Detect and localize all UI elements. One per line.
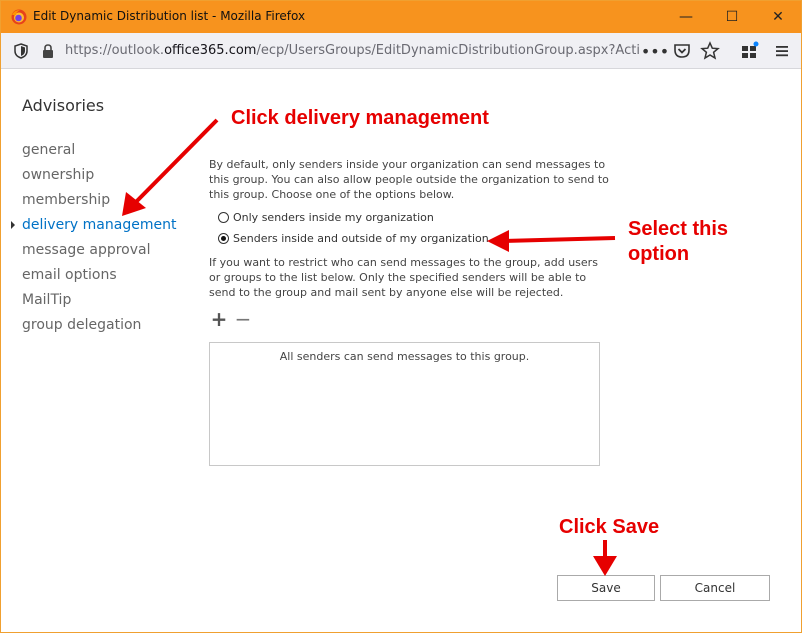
annotation-select-option: Select this option xyxy=(628,218,729,265)
annotation-click-save: Click Save xyxy=(559,516,660,538)
arrow-to-save xyxy=(593,540,617,576)
arrow-to-delivery-management xyxy=(122,118,219,216)
annotation-click-delivery: Click delivery management xyxy=(231,107,489,129)
annotation-arrows xyxy=(122,118,617,576)
arrow-to-option xyxy=(487,230,616,252)
browser-window: Edit Dynamic Distribution list - Mozilla… xyxy=(0,0,802,633)
